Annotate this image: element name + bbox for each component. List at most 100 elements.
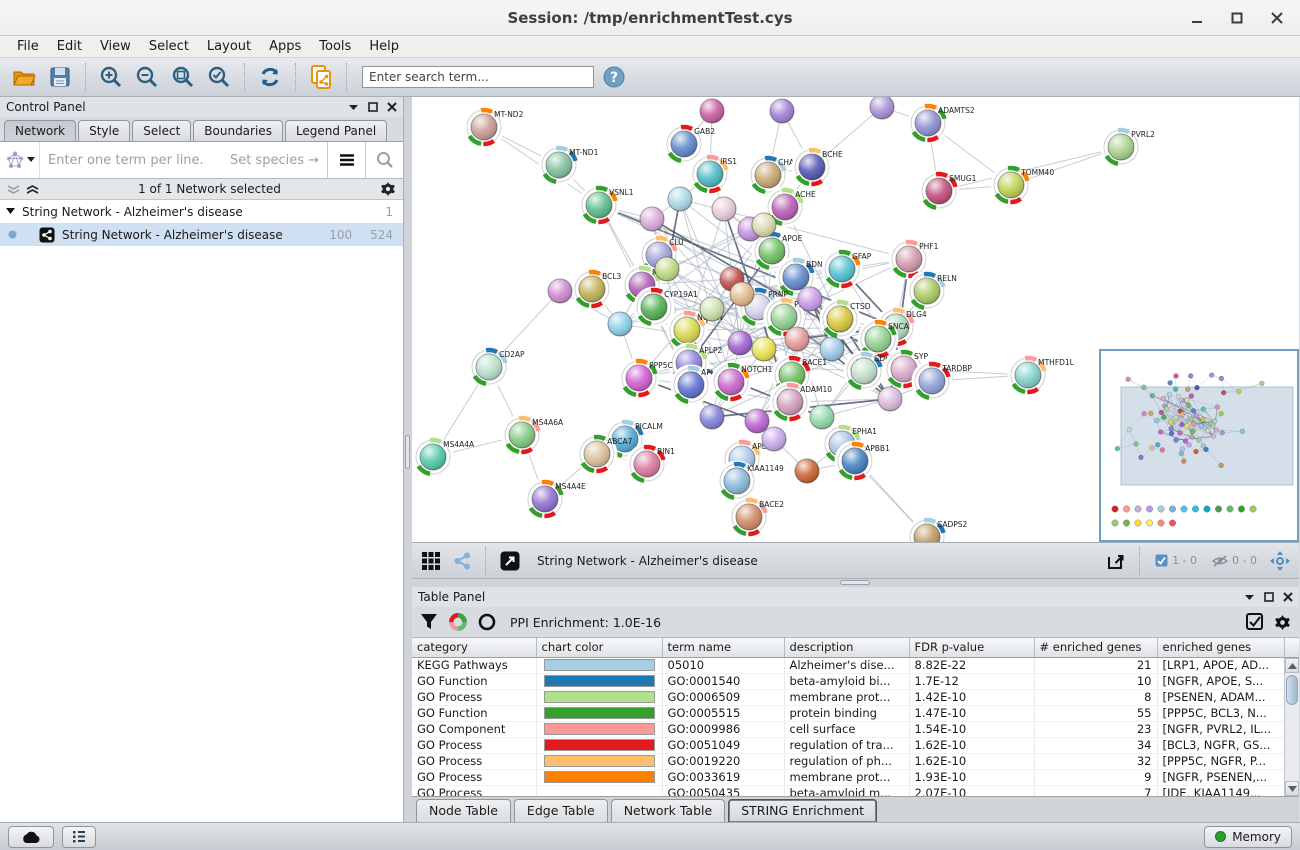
enrichment-row[interactable]: GO ComponentGO:0009986cell surface1.54E-…: [412, 721, 1299, 737]
collapse-all-icon[interactable]: [7, 185, 20, 194]
column-header-chart-color[interactable]: chart color: [536, 638, 662, 657]
network-node[interactable]: [668, 187, 692, 211]
close-icon[interactable]: [1264, 6, 1290, 30]
network-node[interactable]: [752, 213, 776, 237]
horizontal-splitter[interactable]: [412, 579, 1299, 587]
network-node[interactable]: MT-ND2: [467, 110, 524, 144]
network-node[interactable]: BCL3: [575, 272, 622, 306]
enrichment-row[interactable]: GO ProcessGO:0033619membrane prot...1.93…: [412, 769, 1299, 785]
menu-item-tools[interactable]: Tools: [312, 37, 358, 56]
filter-icon[interactable]: [420, 613, 438, 631]
network-node[interactable]: TOMM40: [994, 168, 1054, 202]
detach-view-button[interactable]: [496, 546, 524, 576]
network-node[interactable]: [712, 197, 736, 221]
network-node[interactable]: [730, 282, 754, 306]
network-node[interactable]: PVRL2: [1104, 130, 1155, 164]
tab-network-table[interactable]: Network Table: [611, 799, 726, 822]
network-node[interactable]: [700, 99, 724, 123]
memory-button[interactable]: Memory: [1204, 826, 1292, 848]
network-options-gear-icon[interactable]: [380, 181, 396, 197]
pan-tool-button[interactable]: [1267, 546, 1293, 576]
column-header-term-name[interactable]: term name: [662, 638, 784, 657]
network-node[interactable]: CHAT: [751, 158, 799, 192]
splitter-handle[interactable]: [405, 435, 410, 469]
enrichment-row[interactable]: GO FunctionGO:0005515protein binding1.47…: [412, 705, 1299, 721]
ring-chart-icon[interactable]: [478, 613, 496, 631]
minimize-icon[interactable]: [1184, 6, 1210, 30]
column-header-enriched-genes[interactable]: # enriched genes: [1034, 638, 1157, 657]
network-node[interactable]: BACE2: [732, 500, 784, 534]
open-session-button[interactable]: [8, 62, 40, 92]
expander-icon[interactable]: [6, 208, 15, 215]
tab-select[interactable]: Select: [132, 120, 191, 141]
network-node[interactable]: SMUG1: [922, 174, 977, 208]
panel-menu-icon[interactable]: [1244, 593, 1255, 601]
tab-network[interactable]: Network: [4, 120, 76, 141]
network-node[interactable]: [700, 405, 724, 429]
network-node[interactable]: GFAP: [825, 252, 872, 286]
network-node[interactable]: [798, 287, 822, 311]
network-node[interactable]: MS4A4E: [528, 482, 586, 516]
maximize-icon[interactable]: [1224, 6, 1250, 30]
grid-view-button[interactable]: [418, 546, 444, 576]
network-node[interactable]: [820, 337, 844, 361]
clone-network-button[interactable]: [305, 62, 337, 92]
network-node[interactable]: [878, 387, 902, 411]
tab-node-table[interactable]: Node Table: [416, 799, 511, 822]
enrichment-row[interactable]: GO ProcessGO:0051049regulation of tra...…: [412, 737, 1299, 753]
scroll-up-arrow[interactable]: [1285, 658, 1299, 673]
export-network-button[interactable]: [1101, 546, 1129, 576]
network-node[interactable]: MS4A4A: [416, 440, 475, 474]
column-header-fdr-p-value[interactable]: FDR p-value: [909, 638, 1034, 657]
network-node[interactable]: [548, 279, 572, 303]
network-node[interactable]: IRS1: [693, 157, 737, 191]
birdseye-toggle-button[interactable]: [449, 546, 475, 576]
donut-chart-icon[interactable]: [448, 612, 468, 632]
zoom-fit-button[interactable]: [167, 62, 199, 92]
menu-item-select[interactable]: Select: [142, 37, 196, 56]
enrichment-row[interactable]: GO ProcessGO:0050435beta-amyloid m...2.0…: [412, 785, 1299, 796]
zoom-selected-button[interactable]: [203, 62, 235, 92]
close-panel-icon[interactable]: [1283, 592, 1293, 602]
network-node[interactable]: [728, 331, 752, 355]
string-protein-query-selector[interactable]: [0, 142, 40, 178]
network-node[interactable]: [762, 427, 786, 451]
expand-all-icon[interactable]: [26, 185, 39, 194]
help-button[interactable]: ?: [598, 62, 630, 92]
network-node[interactable]: APBB1: [838, 444, 890, 478]
tab-edge-table[interactable]: Edge Table: [514, 799, 608, 822]
tab-string-enrichment[interactable]: STRING Enrichment: [728, 799, 877, 822]
table-scrollbar[interactable]: [1284, 658, 1299, 796]
network-node[interactable]: [700, 297, 724, 321]
refresh-button[interactable]: [254, 62, 286, 92]
cloud-button[interactable]: [8, 826, 54, 848]
float-panel-icon[interactable]: [1264, 592, 1274, 602]
enrichment-row[interactable]: GO ProcessGO:0019220regulation of ph...1…: [412, 753, 1299, 769]
close-panel-icon[interactable]: [387, 102, 397, 112]
network-node[interactable]: BIN1: [630, 447, 675, 481]
menu-item-file[interactable]: File: [10, 37, 46, 56]
network-node[interactable]: [745, 409, 769, 433]
network-node[interactable]: RELN: [910, 274, 957, 308]
network-node[interactable]: [655, 257, 679, 281]
network-node[interactable]: CD2AP: [472, 350, 525, 384]
string-search-button[interactable]: [365, 142, 403, 178]
network-collection-row[interactable]: String Network - Alzheimer's disease 1: [0, 200, 403, 223]
network-node[interactable]: PHF1: [892, 242, 939, 276]
menu-item-view[interactable]: View: [93, 37, 138, 56]
network-node[interactable]: [810, 405, 834, 429]
network-node[interactable]: MS4A6A: [505, 418, 564, 452]
network-node[interactable]: ADAMTS2: [911, 106, 975, 140]
menu-item-edit[interactable]: Edit: [50, 37, 89, 56]
network-node[interactable]: [785, 327, 809, 351]
table-settings-gear-icon[interactable]: [1274, 614, 1291, 631]
string-options-button[interactable]: [327, 142, 365, 178]
zoom-in-button[interactable]: [95, 62, 127, 92]
string-query-input[interactable]: [40, 142, 327, 178]
network-node[interactable]: MTHFD1L: [1011, 358, 1075, 392]
menu-item-apps[interactable]: Apps: [262, 37, 308, 56]
tab-boundaries[interactable]: Boundaries: [193, 120, 283, 141]
enrichment-row[interactable]: GO FunctionGO:0001540beta-amyloid bi...1…: [412, 673, 1299, 689]
network-node[interactable]: BCHE: [795, 150, 843, 184]
network-node[interactable]: PPP5C: [622, 361, 673, 395]
